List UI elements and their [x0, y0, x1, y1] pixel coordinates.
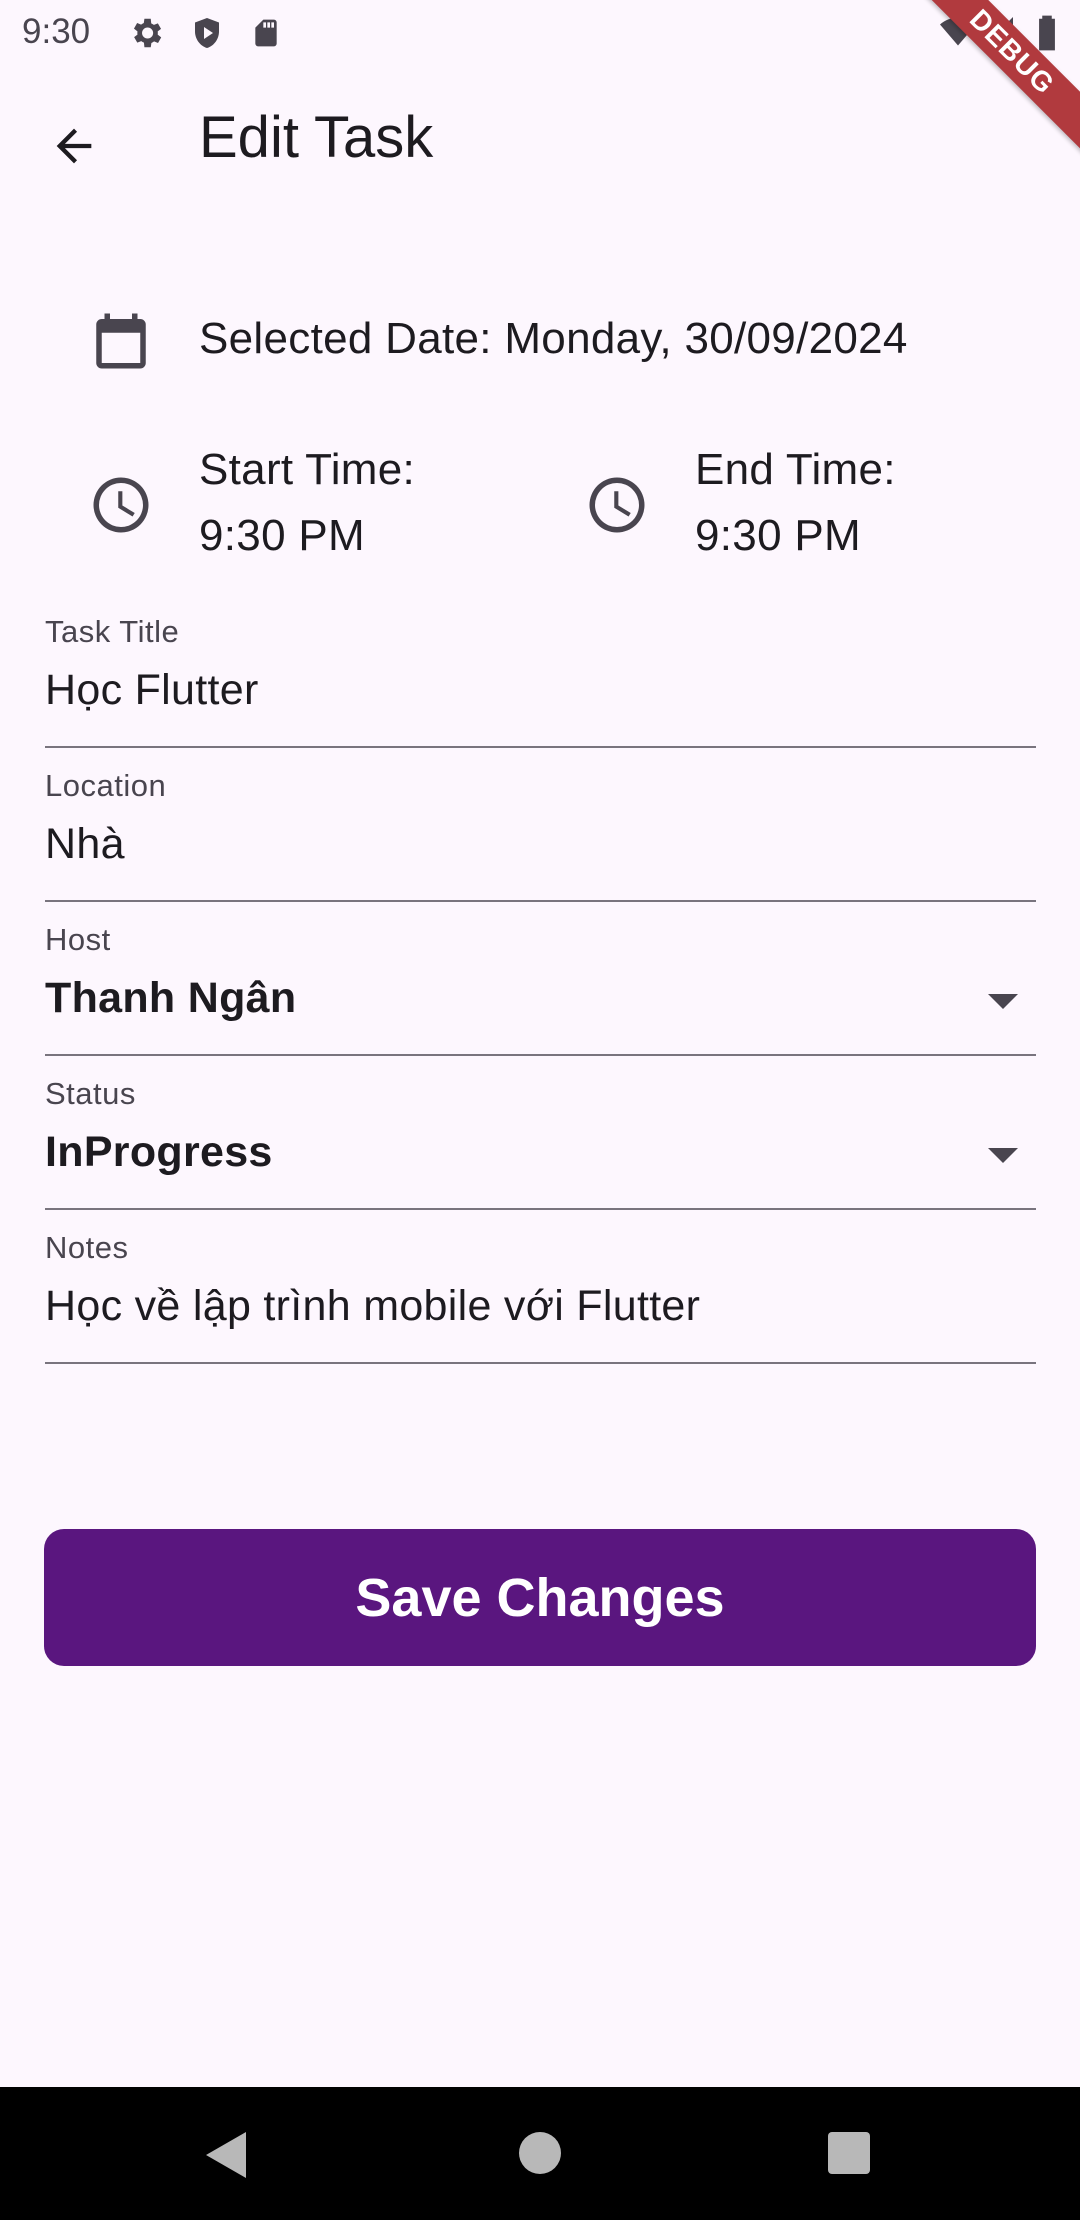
shield-icon [189, 14, 225, 57]
field-label: Task Title [45, 614, 180, 649]
selected-date-text: Selected Date: Monday, 30/09/2024 [199, 314, 908, 363]
start-time-label: Start Time: [199, 445, 416, 494]
home-circle-icon[interactable] [519, 2132, 561, 2174]
recents-square-icon[interactable] [828, 2132, 870, 2174]
status-time: 9:30 [22, 12, 91, 51]
end-time-label: End Time: [695, 445, 896, 494]
field-label: Notes [45, 1230, 129, 1265]
field-value: Nhà [45, 820, 125, 868]
arrow-drop-down-icon [988, 994, 1018, 1009]
start-time-value: 9:30 PM [199, 511, 365, 560]
field-value: Thanh Ngân [45, 974, 297, 1022]
arrow-drop-down-icon [988, 1148, 1018, 1163]
page-title: Edit Task [199, 105, 434, 170]
field-label: Location [45, 768, 167, 803]
sd-card-icon [250, 14, 282, 57]
end-time-value: 9:30 PM [695, 511, 861, 560]
save-changes-button[interactable]: Save Changes [44, 1529, 1036, 1666]
clock-icon [88, 472, 154, 543]
field-value: Học Flutter [45, 666, 259, 714]
task-title-field[interactable]: Task Title Học Flutter [45, 608, 1036, 748]
arrow-back-icon [48, 120, 100, 177]
status-bar: 9:30 [0, 0, 1080, 66]
system-nav-bar [0, 2087, 1080, 2220]
field-value: Học về lập trình mobile với Flutter [45, 1282, 701, 1330]
back-triangle-icon[interactable] [206, 2132, 246, 2178]
field-label: Host [45, 922, 111, 957]
location-field[interactable]: Location Nhà [45, 762, 1036, 902]
host-dropdown[interactable]: Host Thanh Ngân [45, 916, 1036, 1056]
clock-icon [584, 472, 650, 543]
field-label: Status [45, 1076, 136, 1111]
app-bar: Edit Task [0, 66, 1080, 218]
back-button[interactable] [34, 108, 114, 188]
notes-field[interactable]: Notes Học về lập trình mobile với Flutte… [45, 1224, 1036, 1364]
field-value: InProgress [45, 1128, 273, 1176]
gear-icon [127, 14, 165, 57]
calendar-icon [88, 308, 154, 379]
status-dropdown[interactable]: Status InProgress [45, 1070, 1036, 1210]
save-changes-label: Save Changes [355, 1567, 725, 1628]
